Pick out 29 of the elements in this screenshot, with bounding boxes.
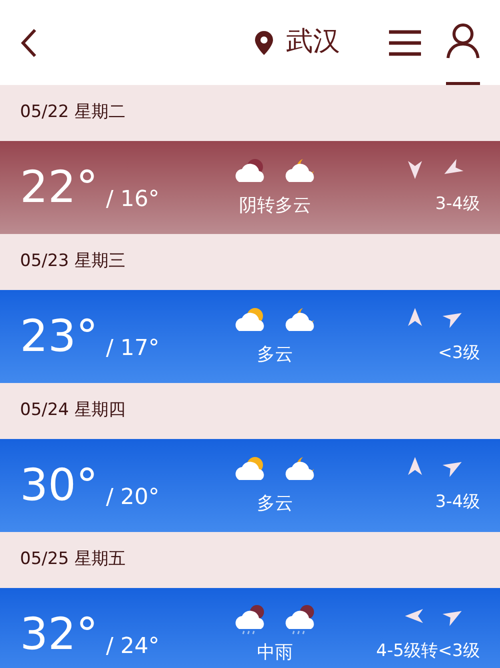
menu-icon [388,28,422,56]
forecast-card[interactable]: 30° / 20° 多云 3-4级 [0,439,500,532]
forecast-card[interactable]: 22° / 16° 阴转多云 3-4级 [0,141,500,234]
wind-level: 3-4级 [435,192,480,216]
low-temperature: / 24° [106,632,160,660]
date-label: 05/23 星期三 [20,250,126,274]
user-icon [446,23,480,59]
high-temperature: 23° [20,314,98,358]
wind-level: <3级 [438,342,480,365]
high-temperature: 32° [20,612,98,656]
low-temperature: / 20° [106,484,160,512]
forecast-card[interactable]: 23° / 17° 多云 <3级 [0,290,500,383]
weather-description: 多云 [257,492,293,516]
high-temperature: 22° [20,166,98,210]
low-temperature: / 17° [106,334,160,362]
menu-button[interactable] [388,28,422,56]
wind-level: 4-5级转<3级 [376,640,480,663]
weather-description: 多云 [257,343,293,367]
location-button[interactable]: 武汉 [254,22,340,63]
location-pin-icon [254,30,274,56]
wind-level: 3-4级 [435,490,480,514]
date-label: 05/25 星期五 [20,548,126,572]
low-temperature: / 16° [106,186,160,214]
forecast-card[interactable]: 32° / 24° 中雨 4-5级转<3级 [0,588,500,668]
weather-description: 中雨 [257,641,293,665]
weather-description: 阴转多云 [239,194,311,218]
date-label: 05/24 星期四 [20,399,126,422]
date-label: 05/22 星期二 [20,101,126,124]
high-temperature: 30° [20,464,98,508]
